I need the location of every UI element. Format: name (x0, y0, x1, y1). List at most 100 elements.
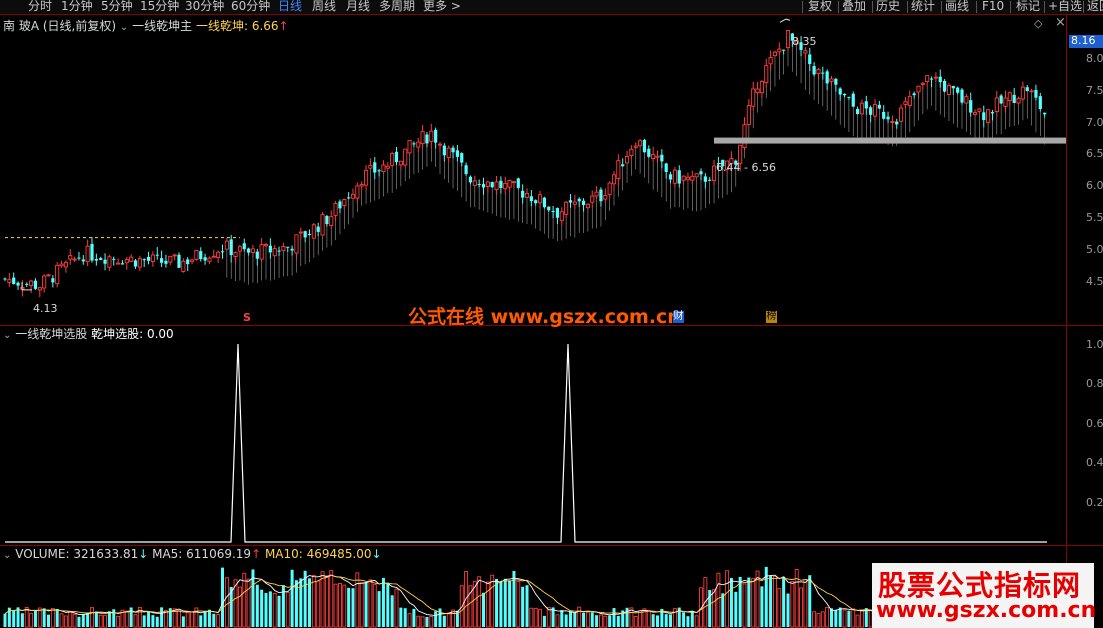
stats-button[interactable]: 统计 (911, 0, 935, 13)
volume-bar (255, 584, 259, 627)
volume-bar (577, 606, 582, 628)
candle-body (986, 109, 991, 123)
candle-body (625, 156, 630, 164)
period-tab-5min[interactable]: 5分钟 (101, 0, 133, 13)
volume-bar (734, 591, 738, 627)
price-tick: 7.0 (1086, 116, 1103, 129)
volume-bar (311, 575, 316, 628)
volume-bar (738, 576, 742, 627)
volume-bar (834, 610, 838, 627)
candle-body (329, 216, 334, 226)
candle-body (194, 249, 199, 260)
candle-body (403, 148, 408, 166)
period-tab-daily[interactable]: 日线 (278, 0, 302, 13)
volume-bar (555, 614, 560, 628)
volume-bar (694, 615, 699, 628)
candle-body (559, 211, 564, 222)
candle-body (699, 171, 703, 175)
candle-body (25, 283, 29, 285)
volume-bar (316, 580, 321, 628)
candle-body (999, 95, 1003, 104)
fuquan-button[interactable]: 复权 (808, 0, 832, 13)
period-tab-multi[interactable]: 多周期 (379, 0, 415, 13)
volume-bar (847, 610, 851, 627)
volume-bar (112, 609, 116, 627)
price-tick: 7.5 (1086, 84, 1103, 97)
candle-body (912, 93, 916, 96)
sell-signal-marker[interactable]: S (243, 311, 251, 325)
volume-bar (386, 583, 390, 627)
volume-bar (207, 609, 211, 627)
signal-chart[interactable] (0, 326, 1066, 545)
candle-body (211, 255, 216, 258)
toolbar-divider (1083, 1, 1084, 13)
volume-bar (808, 575, 812, 627)
news-badge-icon[interactable]: 财 (673, 311, 684, 323)
volume-bar (246, 578, 251, 628)
period-tab-1min[interactable]: 1分钟 (61, 0, 93, 13)
period-more-button[interactable]: 更多 > (423, 0, 461, 13)
back-button[interactable]: 返回 (1087, 0, 1103, 13)
volume-bar (199, 615, 203, 627)
candle-body (603, 194, 608, 200)
candle-body (494, 181, 499, 190)
candle-body (694, 173, 699, 178)
price-tick: 6.0 (1086, 179, 1103, 192)
candle-body (199, 251, 203, 260)
candle-body (103, 259, 107, 264)
range-label: 6.44 - 6.56 (716, 161, 776, 174)
candle-body (825, 71, 829, 84)
period-tab-weekly[interactable]: 周线 (312, 0, 336, 13)
period-tab-15min[interactable]: 15分钟 (140, 0, 179, 13)
candle-body (511, 181, 516, 184)
candle-body (325, 215, 329, 225)
volume-bar (68, 611, 73, 628)
candle-body (250, 248, 256, 253)
overlay-button[interactable]: 叠加 (842, 0, 866, 13)
candle-body (668, 174, 673, 180)
price-axis-border (1066, 14, 1067, 628)
candle-body (59, 263, 64, 267)
candle-body (333, 203, 338, 216)
candle-body (759, 80, 764, 94)
candlestick-chart[interactable] (0, 15, 1066, 325)
toolbar-divider (976, 1, 977, 13)
volume-bar (769, 575, 773, 627)
candle-body (812, 66, 816, 75)
candle-body (1025, 87, 1029, 92)
candle-body (956, 87, 960, 93)
volume-bar (81, 613, 85, 627)
f10-button[interactable]: F10 (982, 0, 1004, 13)
toolbar-divider (907, 1, 908, 13)
volume-bar (725, 570, 730, 628)
rank-badge-icon[interactable]: 榜 (766, 311, 777, 323)
volume-bar (147, 611, 151, 627)
volume-bar (420, 616, 425, 628)
period-tab-monthly[interactable]: 月线 (346, 0, 370, 13)
volume-bar (129, 607, 133, 627)
mark-button[interactable]: 标记 (1016, 0, 1040, 13)
volume-bar (816, 612, 821, 628)
draw-line-button[interactable]: 画线 (945, 0, 969, 13)
candle-body (281, 246, 286, 251)
volume-bar (394, 588, 399, 628)
candle-body (969, 100, 973, 113)
period-tab-fenshi[interactable]: 分时 (28, 0, 52, 13)
volume-bar (482, 592, 485, 627)
volume-bar (538, 608, 542, 628)
volume-bar (364, 582, 368, 627)
period-tab-30min[interactable]: 30分钟 (185, 0, 224, 13)
candle-body (320, 214, 325, 236)
history-button[interactable]: 历史 (876, 0, 900, 13)
candle-body (1007, 92, 1012, 101)
candle-body (585, 203, 590, 209)
period-tab-60min[interactable]: 60分钟 (231, 0, 270, 13)
volume-bar (185, 612, 190, 628)
candle-body (499, 180, 503, 188)
volume-bar (329, 570, 334, 628)
candle-body (859, 102, 864, 115)
candle-body (1020, 86, 1025, 100)
volume-bar (799, 587, 803, 628)
add-watchlist-button[interactable]: +自选 (1048, 0, 1082, 13)
candle-body (359, 184, 364, 187)
